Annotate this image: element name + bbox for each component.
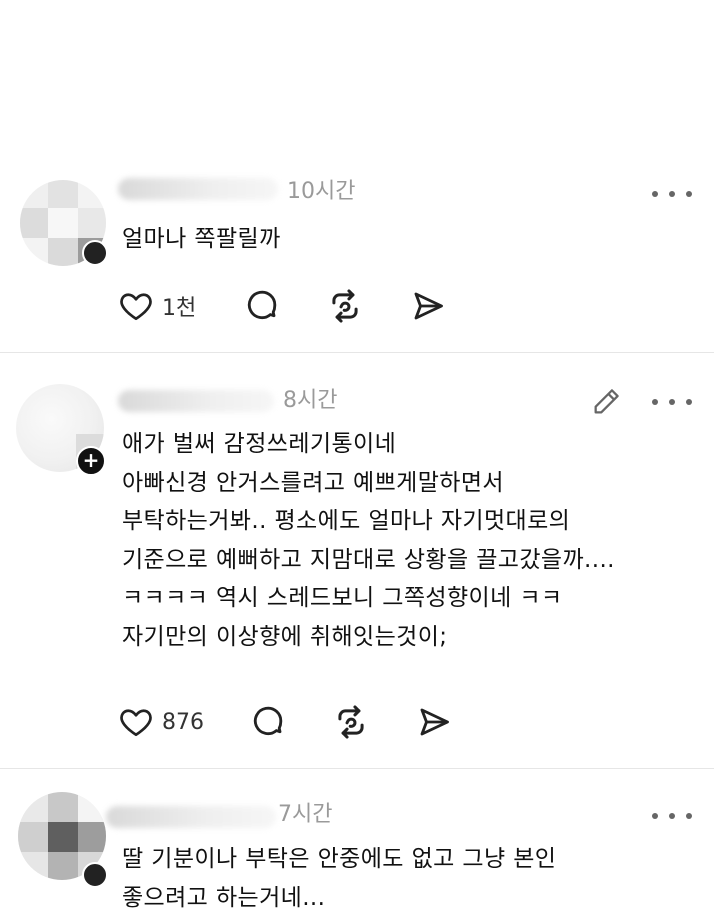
post-text-line: 자기만의 이상향에 취해잇는것이;	[122, 623, 448, 650]
pencil-icon[interactable]	[590, 384, 624, 418]
more-icon	[652, 813, 658, 819]
more-options-button[interactable]	[652, 392, 692, 412]
repost-icon	[338, 705, 364, 739]
like-count: 876	[162, 709, 204, 735]
more-icon	[652, 191, 658, 197]
comment-icon	[253, 706, 283, 736]
post-time: 8시간	[283, 388, 338, 413]
repost-button[interactable]	[326, 286, 364, 326]
like-count: 1천	[162, 296, 197, 321]
share-button[interactable]	[416, 702, 452, 742]
more-options-button[interactable]	[652, 806, 692, 826]
post-text-line: 부탁하는거봐.. 평소에도 얼마나 자기멋대로의	[122, 508, 571, 534]
post-text-line: 얼마나 쪽팔릴까	[122, 226, 281, 252]
heart-icon	[120, 709, 152, 737]
post-text-line: 애가 벌써 감정쓰레기통이네	[122, 431, 397, 457]
post-text-line: 아빠신경 안거스를려고 예쁘게말하면서	[122, 469, 504, 496]
divider	[0, 352, 714, 353]
divider	[0, 768, 714, 769]
heart-icon	[120, 293, 152, 321]
avatar-badge	[82, 240, 108, 266]
send-icon	[414, 292, 443, 320]
post-time: 10시간	[287, 179, 356, 204]
reply-button[interactable]	[244, 286, 280, 326]
comment-icon	[247, 290, 277, 320]
avatar-badge	[82, 862, 108, 888]
post-text-line: 딸 기분이나 부탁은 안중에도 없고 그냥 본인	[122, 846, 557, 872]
follow-button[interactable]: +	[76, 446, 106, 476]
threads-comment-feed: 10시간 얼마나 쪽팔릴까 1천 + 8시간 애가 벌써 감정쓰레기통이네 아빠…	[0, 0, 714, 922]
more-options-button[interactable]	[652, 184, 692, 204]
action-bar: 876	[118, 702, 458, 742]
like-button[interactable]: 1천	[118, 286, 196, 326]
post-time: 7시간	[278, 802, 333, 827]
repost-button[interactable]	[332, 702, 370, 742]
username[interactable]	[118, 178, 278, 200]
username[interactable]	[118, 390, 274, 412]
share-button[interactable]	[410, 286, 446, 326]
post-text-line: 좋으려고 하는거네...	[122, 884, 326, 911]
send-icon	[420, 708, 449, 736]
username[interactable]	[106, 806, 276, 828]
repost-icon	[332, 289, 358, 323]
like-button[interactable]: 876	[118, 702, 204, 742]
more-icon	[652, 399, 658, 405]
action-bar: 1천	[118, 286, 458, 326]
reply-button[interactable]	[250, 702, 286, 742]
post-text: 딸 기분이나 부탁은 안중에도 없고 그냥 본인 좋으려고 하는거네...	[122, 840, 556, 917]
post-text: 얼마나 쪽팔릴까	[122, 220, 281, 259]
post-text: 애가 벌써 감정쓰레기통이네 아빠신경 안거스를려고 예쁘게말하면서 부탁하는거…	[122, 425, 615, 656]
post-text-line: ㅋㅋㅋㅋ 역시 스레드보니 그쪽성향이네 ㅋㅋ	[122, 585, 563, 611]
post-text-line: 기준으로 예뻐하고 지맘대로 상황을 끌고갔을까....	[122, 546, 615, 573]
plus-icon: +	[82, 448, 100, 472]
